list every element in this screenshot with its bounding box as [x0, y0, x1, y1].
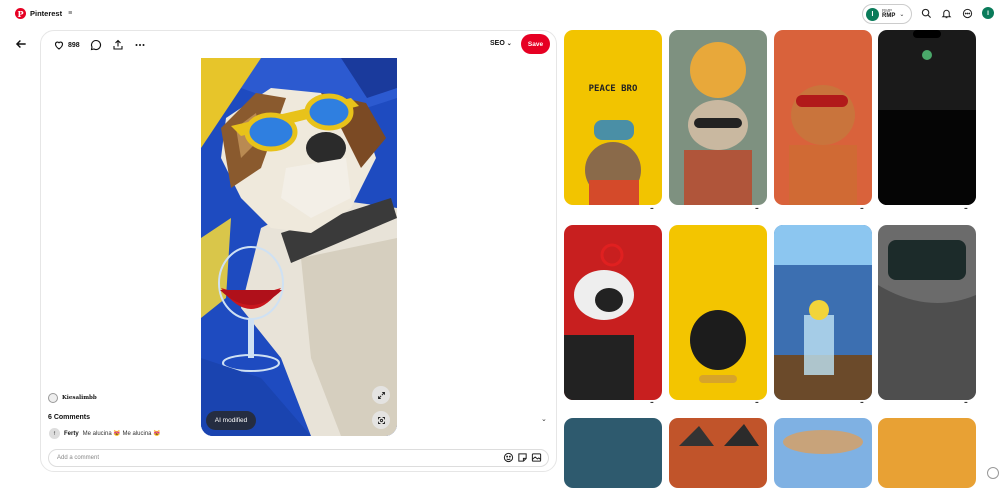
profile-avatar[interactable]: I	[982, 7, 994, 19]
comments-header[interactable]: 6 Comments	[48, 414, 90, 421]
feed-pin-image	[684, 42, 752, 205]
heart-icon	[54, 41, 64, 50]
feed-pin-more-button[interactable]: ...	[755, 204, 759, 211]
feed-pin-image	[878, 240, 976, 400]
chevron-down-icon: ⌄	[899, 11, 905, 18]
commenter-name[interactable]: Ferty	[64, 431, 79, 437]
feed-pin-drink-window[interactable]	[774, 225, 872, 400]
account-name: RMP	[882, 13, 896, 20]
feed-pin-orange[interactable]	[878, 418, 976, 488]
dog-sunglasses-illustration	[201, 58, 397, 436]
chevron-down-icon[interactable]: ⌄	[541, 415, 547, 423]
sticker-icon[interactable]	[517, 452, 528, 463]
board-select-label: SEO	[490, 40, 505, 47]
feed-pin-teal[interactable]	[564, 418, 662, 488]
feed-pin-dark-wallpaper[interactable]	[878, 30, 976, 205]
feed-pin-dragon-pattern[interactable]	[878, 225, 976, 400]
feed-pin-image	[564, 243, 634, 400]
feed-pin-more-button[interactable]: ...	[650, 204, 654, 211]
creator-info[interactable]: Kiesalimbb	[48, 393, 97, 403]
visual-search-button[interactable]	[372, 411, 390, 429]
feed-pin-more-button[interactable]: ...	[860, 398, 864, 405]
feed-pin-more-button[interactable]: ...	[755, 398, 759, 405]
feed-pin-cat-sun[interactable]	[669, 30, 767, 205]
pin-image[interactable]	[201, 58, 397, 436]
zoom-button[interactable]	[987, 467, 999, 479]
chat-icon[interactable]	[961, 7, 973, 19]
expand-button[interactable]	[372, 386, 390, 404]
lens-icon	[377, 416, 385, 424]
feed-pin-dog-cigar[interactable]	[774, 30, 872, 205]
like-button[interactable]: 898	[53, 39, 80, 51]
share-icon	[113, 39, 123, 50]
feed-pin-image	[789, 85, 857, 205]
menu-icon[interactable]: ≡	[68, 10, 72, 17]
expand-icon	[377, 391, 385, 399]
comment-text: Me alucina 😻 Me alucina 😻	[82, 431, 161, 437]
back-arrow-icon[interactable]	[14, 37, 28, 51]
comment-icon	[90, 39, 101, 51]
search-icon[interactable]	[920, 7, 932, 19]
pinterest-logo[interactable]: P Pinterest ≡	[15, 8, 72, 19]
account-switcher[interactable]: I RMP RMP ⌄	[862, 4, 912, 24]
more-icon	[135, 44, 145, 46]
pin-actions: 898	[53, 37, 146, 53]
feed-pin-image	[679, 424, 759, 446]
save-button[interactable]: Save	[521, 34, 550, 54]
chevron-down-icon: ⌄	[506, 41, 512, 47]
feed-pin-image	[564, 418, 662, 488]
feed-pin-image	[774, 225, 872, 400]
board-select[interactable]: SEO ⌄	[490, 40, 512, 47]
like-count: 898	[68, 41, 80, 49]
feed-pin-more-button[interactable]: ...	[650, 398, 654, 405]
creator-name: Kiesalimbb	[62, 395, 97, 401]
account-avatar: I	[866, 7, 879, 21]
share-button[interactable]	[112, 39, 124, 51]
feed-pin-more-button[interactable]: ...	[964, 204, 968, 211]
feed-pin-image	[783, 430, 863, 454]
feed-pin-peace-monkey[interactable]: PEACE BRO	[564, 30, 662, 205]
commenter-avatar[interactable]: f	[49, 428, 60, 439]
emoji-icon[interactable]	[503, 452, 514, 463]
bell-icon[interactable]	[940, 7, 952, 19]
pinterest-logo-icon: P	[15, 8, 26, 19]
feed-pin-image	[878, 30, 976, 205]
more-options-button[interactable]	[134, 39, 146, 51]
feed-pin-dogs-orange[interactable]	[669, 418, 767, 488]
feed-pin-image	[878, 418, 976, 488]
feed-pin-more-button[interactable]: ...	[860, 204, 864, 211]
ai-modified-badge[interactable]: AI modified	[206, 411, 256, 430]
feed-pin-text: PEACE BRO	[588, 84, 638, 94]
feed-pin-image	[585, 120, 641, 205]
feed-pin-more-button[interactable]: ...	[964, 398, 968, 405]
feed-pin-cow-red[interactable]	[564, 225, 662, 400]
top-bar: P Pinterest ≡ I RMP RMP ⌄ I	[0, 0, 1000, 28]
image-upload-icon[interactable]	[531, 452, 542, 463]
creator-avatar	[48, 393, 58, 403]
add-comment-input[interactable]: Add a comment	[48, 449, 549, 467]
comment-item: f Ferty Me alucina 😻 Me alucina 😻	[49, 428, 161, 439]
feed-pin-dog-sky[interactable]	[774, 418, 872, 488]
comment-button[interactable]	[90, 39, 102, 51]
feed-pin-black-dog-yellow[interactable]	[669, 225, 767, 400]
app-name: Pinterest	[30, 9, 63, 18]
feed-pin-image	[690, 310, 746, 383]
